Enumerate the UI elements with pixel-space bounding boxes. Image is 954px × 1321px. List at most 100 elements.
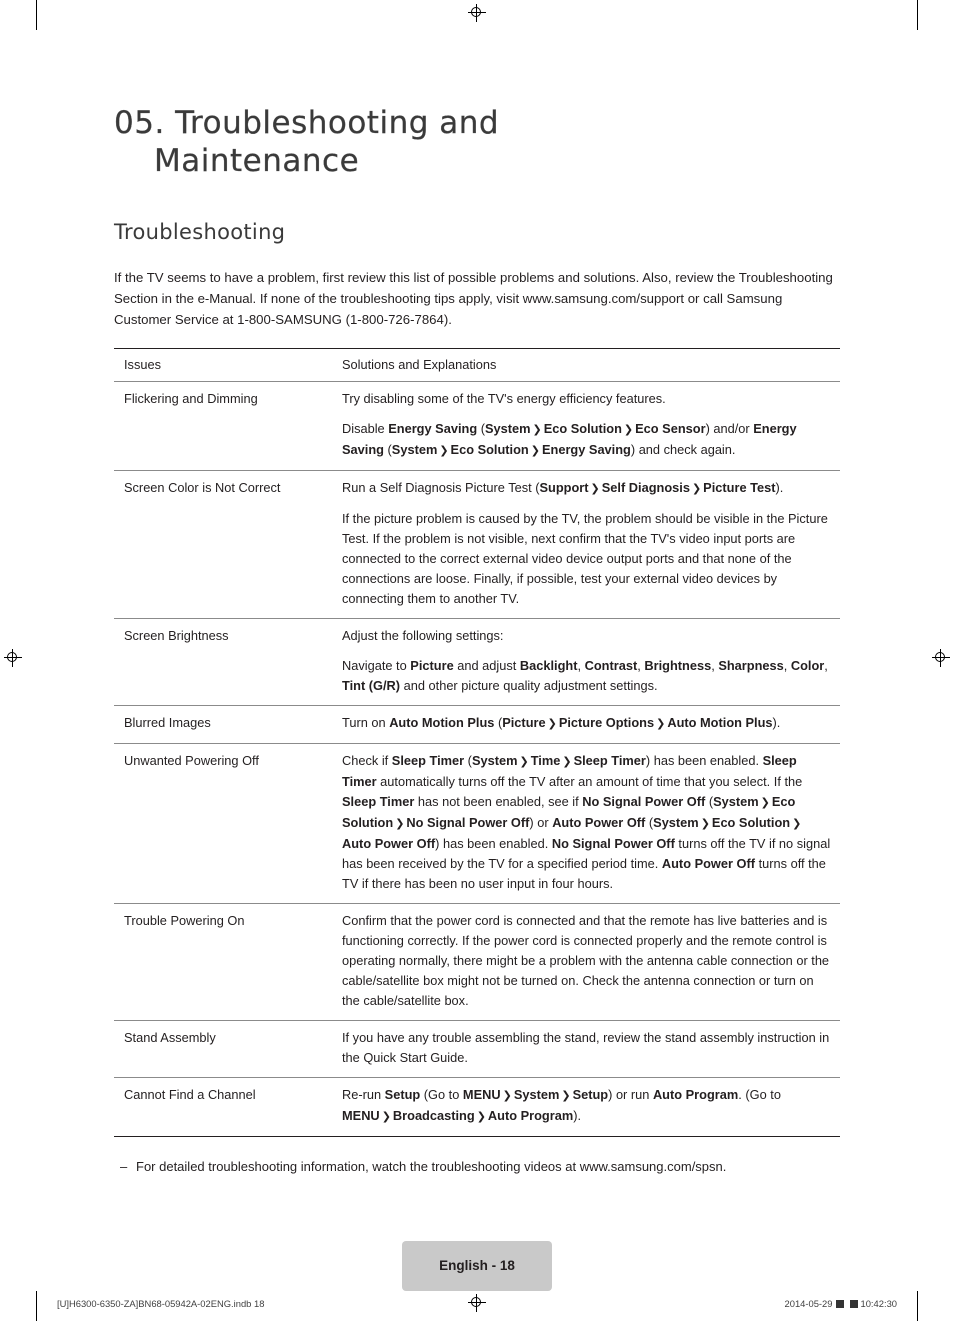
- registration-mark-bottom: [468, 1294, 486, 1312]
- footer-block-glyph-2: [849, 1300, 858, 1308]
- solution-paragraph: Try disabling some of the TV's energy ef…: [342, 391, 666, 406]
- menu-path-arrow-icon: ❯: [792, 816, 802, 830]
- menu-term: Sleep Timer: [342, 794, 415, 809]
- table-row: Cannot Find a Channel Re-run Setup (Go to…: [114, 1077, 840, 1137]
- menu-path-arrow-icon: ❯: [562, 754, 572, 768]
- menu-path-arrow-icon: ❯: [760, 795, 770, 809]
- menu-term: Picture: [410, 658, 454, 673]
- menu-path-arrow-icon: ❯: [590, 481, 600, 495]
- menu-term: System: [713, 794, 759, 809]
- menu-term: Auto Program: [652, 1087, 739, 1102]
- solution-cell: Re-run Setup (Go to MENU ❯ System ❯ Setup) o…: [332, 1077, 840, 1137]
- document-page: 05. Troubleshooting and Maintenance Trou…: [0, 0, 954, 1321]
- section-title: Troubleshooting: [114, 220, 286, 244]
- menu-path-arrow-icon: ❯: [502, 1088, 512, 1102]
- solution-cell: Try disabling some of the TV's energy ef…: [332, 381, 840, 471]
- menu-term: Auto Motion Plus: [389, 715, 495, 730]
- solution-cell: Check if Sleep Timer (System ❯ Time ❯ Sleep …: [332, 743, 840, 904]
- menu-term: Broadcasting: [392, 1108, 475, 1123]
- chapter-title: 05. Troubleshooting and Maintenance: [114, 104, 840, 180]
- footer-file-info: [U]H6300-6350-ZA]BN68-05942A-02ENG.indb …: [57, 1298, 265, 1309]
- table-header: Issues Solutions and Explanations: [114, 348, 840, 382]
- issue-cell: Blurred Images: [114, 705, 332, 744]
- solution-cell: Turn on Auto Motion Plus (Picture ❯ Pictur…: [332, 705, 840, 744]
- issue-cell: Screen Color is Not Correct: [114, 470, 332, 619]
- footer-date: 2014-05-29: [784, 1298, 833, 1309]
- solution-cell: Confirm that the power cord is connected…: [332, 903, 840, 1021]
- registration-mark-right: [932, 649, 950, 667]
- table-row: Trouble Powering On Confirm that the powe…: [114, 903, 840, 1021]
- column-header-solutions: Solutions and Explanations: [332, 348, 840, 382]
- menu-term: Brightness: [644, 658, 712, 673]
- table-row: Blurred Images Turn on Auto Motion Plus (…: [114, 705, 840, 744]
- menu-path-arrow-icon: ❯: [395, 816, 405, 830]
- menu-path-arrow-icon: ❯: [656, 716, 666, 730]
- page-content: 05. Troubleshooting and Maintenance Trou…: [114, 104, 840, 1177]
- menu-term: Setup: [572, 1087, 609, 1102]
- menu-term: Auto Motion Plus: [667, 715, 773, 730]
- menu-term: No Signal Power Off: [582, 794, 706, 809]
- issue-cell: Unwanted Powering Off: [114, 743, 332, 904]
- menu-term: Eco Solution: [450, 442, 529, 457]
- solution-paragraph: Confirm that the power cord is connected…: [342, 913, 830, 1008]
- footnote: – For detailed troubleshooting informati…: [114, 1157, 840, 1177]
- menu-term: Time: [530, 753, 561, 768]
- menu-term: System: [653, 815, 699, 830]
- column-header-issues: Issues: [114, 348, 332, 382]
- chapter-title-line-1: 05. Troubleshooting and: [114, 105, 500, 141]
- troubleshooting-table: Issues Solutions and Explanations Flicke…: [114, 348, 840, 1137]
- menu-path-arrow-icon: ❯: [530, 443, 540, 457]
- menu-term: Energy Saving: [541, 442, 631, 457]
- solution-paragraph: If the picture problem is caused by the …: [342, 511, 828, 606]
- solution-paragraph: Run a Self Diagnosis Picture Test (Suppo…: [342, 480, 784, 495]
- footnote-dash: –: [120, 1159, 128, 1174]
- table-row: Screen Color is Not Correct Run a Self Di…: [114, 470, 840, 619]
- solution-paragraph: If you have any trouble assembling the s…: [342, 1030, 830, 1065]
- footer-timestamp: 2014-05-29 10:42:30: [785, 1298, 897, 1309]
- menu-term: Picture Test: [703, 480, 776, 495]
- menu-path-arrow-icon: ❯: [547, 716, 557, 730]
- menu-path-arrow-icon: ❯: [519, 754, 529, 768]
- menu-term: Sleep Timer: [573, 753, 646, 768]
- solution-cell: If you have any trouble assembling the s…: [332, 1020, 840, 1078]
- menu-term: Auto Power Off: [661, 856, 756, 871]
- menu-term: Self Diagnosis: [601, 480, 690, 495]
- solution-cell: Run a Self Diagnosis Picture Test (Suppo…: [332, 470, 840, 619]
- menu-term: No Signal Power Off: [551, 836, 675, 851]
- menu-term: MENU: [342, 1108, 380, 1123]
- menu-term: Eco Solution: [711, 815, 791, 830]
- issue-cell: Screen Brightness: [114, 618, 332, 706]
- issue-cell: Flickering and Dimming: [114, 381, 332, 471]
- solution-paragraph: Navigate to Picture and adjust Backlight…: [342, 658, 828, 693]
- menu-path-arrow-icon: ❯: [381, 1109, 391, 1123]
- menu-path-arrow-icon: ❯: [623, 422, 634, 436]
- menu-term: Picture: [502, 715, 546, 730]
- table-row: Flickering and Dimming Try disabling some…: [114, 381, 840, 471]
- menu-term: Eco Solution: [543, 421, 622, 436]
- issue-cell: Trouble Powering On: [114, 903, 332, 1021]
- issue-cell: Cannot Find a Channel: [114, 1077, 332, 1137]
- menu-term: Support: [539, 480, 589, 495]
- menu-path-arrow-icon: ❯: [561, 1088, 571, 1102]
- intro-paragraph: If the TV seems to have a problem, first…: [114, 270, 833, 327]
- crop-mark-bottom-right: [917, 1291, 918, 1321]
- menu-term: System: [471, 753, 518, 768]
- registration-mark-left: [4, 649, 22, 667]
- footer-block-glyph-1: [835, 1300, 844, 1308]
- issue-cell: Stand Assembly: [114, 1020, 332, 1078]
- solution-paragraph: Re-run Setup (Go to MENU ❯ System ❯ Setup) o…: [342, 1087, 781, 1123]
- menu-term: Sharpness: [718, 658, 784, 673]
- menu-term: Color: [790, 658, 825, 673]
- menu-term: Picture Options: [558, 715, 655, 730]
- registration-mark-top: [468, 4, 486, 22]
- menu-path-arrow-icon: ❯: [532, 422, 542, 436]
- menu-path-arrow-icon: ❯: [691, 481, 702, 495]
- menu-path-arrow-icon: ❯: [439, 443, 449, 457]
- crop-mark-bottom-left: [36, 1291, 37, 1321]
- menu-term: System: [513, 1087, 560, 1102]
- solution-paragraph: Disable Energy Saving (System ❯ Eco Soluti…: [342, 421, 797, 457]
- menu-term: Tint (G/R): [342, 678, 401, 693]
- menu-path-arrow-icon: ❯: [700, 816, 710, 830]
- menu-term: Setup: [384, 1087, 421, 1102]
- chapter-title-line-2: Maintenance: [154, 143, 360, 179]
